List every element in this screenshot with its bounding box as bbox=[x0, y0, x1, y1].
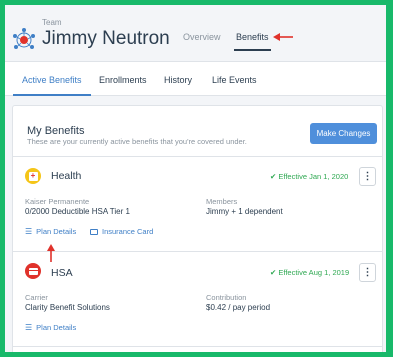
benefits-subnav: Active Benefits Enrollments History Life… bbox=[5, 62, 386, 96]
make-changes-button[interactable]: Make Changes bbox=[310, 123, 377, 144]
carrier-label: Carrier bbox=[25, 293, 48, 302]
tab-overview[interactable]: Overview bbox=[183, 32, 221, 42]
tab-enrollments[interactable]: Enrollments bbox=[99, 75, 147, 85]
tab-life-events[interactable]: Life Events bbox=[212, 75, 257, 85]
plan-details-link[interactable]: ☰ Plan Details bbox=[25, 227, 76, 236]
annotation-arrow-left-icon bbox=[273, 33, 293, 41]
members-label: Members bbox=[206, 197, 238, 206]
carrier-value: Clarity Benefit Solutions bbox=[25, 303, 110, 312]
check-icon: ✔ bbox=[270, 172, 277, 181]
divider bbox=[13, 156, 382, 157]
plan-details-link[interactable]: ☰ Plan Details bbox=[25, 323, 76, 332]
health-plus-icon: + bbox=[25, 168, 41, 184]
team-label: Team bbox=[42, 18, 62, 27]
contribution-label: Contribution bbox=[206, 293, 247, 302]
effective-date: ✔ Effective Jan 1, 2020 bbox=[270, 172, 349, 181]
divider bbox=[13, 346, 382, 347]
insurance-card-link[interactable]: Insurance Card bbox=[90, 227, 153, 236]
page-header: Team Jimmy Neutron Overview Benefits bbox=[5, 5, 386, 62]
hsa-card-icon bbox=[25, 263, 41, 279]
contribution-value: $0.42 / pay period bbox=[206, 303, 271, 312]
kebab-icon: ⋮ bbox=[362, 171, 373, 182]
tab-history[interactable]: History bbox=[164, 75, 192, 85]
divider bbox=[13, 251, 382, 252]
panel-title: My Benefits bbox=[27, 125, 85, 137]
kebab-icon: ⋮ bbox=[362, 267, 373, 278]
app-frame: Team Jimmy Neutron Overview Benefits Act… bbox=[5, 5, 386, 352]
my-benefits-panel: My Benefits These are your currently act… bbox=[12, 105, 383, 352]
check-icon: ✔ bbox=[270, 268, 277, 277]
effective-date: ✔ Effective Aug 1, 2019 bbox=[270, 268, 350, 277]
tab-active-benefits[interactable]: Active Benefits bbox=[13, 75, 90, 96]
tab-benefits[interactable]: Benefits bbox=[234, 32, 271, 51]
panel-subtitle: These are your currently active benefits… bbox=[27, 137, 247, 146]
benefit-name: Health bbox=[51, 170, 82, 182]
list-icon: ☰ bbox=[25, 323, 33, 332]
id-card-icon bbox=[90, 228, 98, 235]
carrier-label: Kaiser Permanente bbox=[25, 197, 90, 206]
team-avatar-icon bbox=[13, 28, 35, 49]
more-options-button[interactable]: ⋮ bbox=[359, 263, 376, 282]
benefit-name: HSA bbox=[51, 267, 73, 279]
more-options-button[interactable]: ⋮ bbox=[359, 167, 376, 186]
list-icon: ☰ bbox=[25, 227, 33, 236]
members-value: Jimmy + 1 dependent bbox=[206, 207, 283, 216]
annotation-arrow-up-icon bbox=[47, 244, 55, 262]
team-name: Jimmy Neutron bbox=[42, 28, 170, 49]
plan-name: 0/2000 Deductible HSA Tier 1 bbox=[25, 207, 130, 216]
